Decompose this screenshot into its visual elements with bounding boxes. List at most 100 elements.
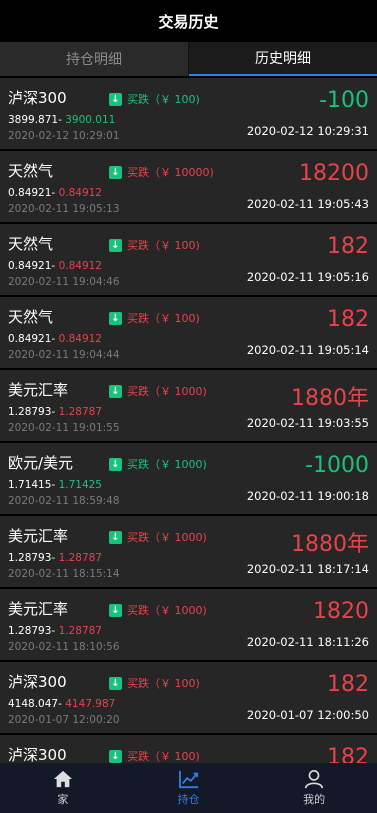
open-price: 4148.047 xyxy=(8,698,59,710)
close-time: 2020-02-11 19:03:55 xyxy=(246,416,369,430)
open-time: 2020-02-11 19:05:13 xyxy=(8,203,120,215)
close-price: 1.28787 xyxy=(58,406,102,418)
instrument-name: 天然气 xyxy=(8,308,54,326)
down-arrow-icon: ↓ xyxy=(109,530,122,544)
profit-amount: 182 xyxy=(327,234,369,259)
direction-text: 买跌（￥ 1000) xyxy=(127,385,207,398)
direction-text: 买跌（￥ 100) xyxy=(127,677,200,690)
open-time: 2020-02-11 19:04:46 xyxy=(8,276,120,288)
history-row[interactable]: 美元汇率 ↓ 买跌（￥ 1000) 1.28793- 1.28787 2020-… xyxy=(0,589,377,660)
instrument-name: 天然气 xyxy=(8,162,54,180)
open-time: 2020-02-11 18:59:48 xyxy=(8,495,120,507)
profit-amount: 1820 xyxy=(313,599,369,624)
down-arrow-icon: ↓ xyxy=(109,165,122,179)
instrument-name: 美元汇率 xyxy=(8,527,69,545)
profit-amount: 1880年 xyxy=(291,532,369,557)
history-row[interactable]: 泸深300 ↓ 买跌（￥ 100) 4148.047- 4147.987 202… xyxy=(0,662,377,733)
profit-amount: -1000 xyxy=(305,453,369,478)
history-row[interactable]: 泸深300 ↓ 买跌（￥ 100) 182 xyxy=(0,735,377,763)
close-price: 0.84912 xyxy=(58,260,102,272)
direction-text: 买跌（￥ 1000) xyxy=(127,604,207,617)
direction-badge: ↓ 买跌（￥ 100) xyxy=(109,310,200,326)
direction-badge: ↓ 买跌（￥ 1000) xyxy=(109,383,207,399)
price-range: 1.28793- 1.28787 xyxy=(8,406,102,418)
down-arrow-icon: ↓ xyxy=(109,749,122,763)
close-time: 2020-02-11 19:00:18 xyxy=(246,489,369,503)
direction-text: 买跌（￥ 10000) xyxy=(127,166,214,179)
profit-amount: 182 xyxy=(327,745,369,763)
price-range: 0.84921- 0.84912 xyxy=(8,333,102,345)
nav-positions-label: 持仓 xyxy=(177,793,200,806)
down-arrow-icon: ↓ xyxy=(109,676,122,690)
down-arrow-icon: ↓ xyxy=(109,311,122,325)
history-row[interactable]: 泸深300 ↓ 买跌（￥ 100) 3899.871- 3900.011 202… xyxy=(0,78,377,149)
down-arrow-icon: ↓ xyxy=(109,238,122,252)
down-arrow-icon: ↓ xyxy=(109,384,122,398)
price-range: 4148.047- 4147.987 xyxy=(8,698,116,710)
down-arrow-icon: ↓ xyxy=(109,603,122,617)
nav-home[interactable]: 家 xyxy=(0,763,126,813)
down-arrow-icon: ↓ xyxy=(109,457,122,471)
close-time: 2020-02-12 10:29:31 xyxy=(246,124,369,138)
instrument-name: 天然气 xyxy=(8,235,54,253)
close-price: 4147.987 xyxy=(65,698,116,710)
direction-badge: ↓ 买跌（￥ 100) xyxy=(109,675,200,691)
close-price: 1.71425 xyxy=(58,479,102,491)
direction-text: 买跌（￥ 1000) xyxy=(127,531,207,544)
price-range: 3899.871- 3900.011 xyxy=(8,114,116,126)
direction-text: 买跌（￥ 100) xyxy=(127,312,200,325)
close-price: 1.28787 xyxy=(58,552,102,564)
open-price: 1.28793 xyxy=(8,406,52,418)
page-title: 交易历史 xyxy=(158,12,219,31)
nav-home-label: 家 xyxy=(57,793,69,806)
close-time: 2020-02-11 19:05:43 xyxy=(246,197,369,211)
tab-positions[interactable]: 持仓明细 xyxy=(0,42,189,76)
bottom-nav: 家 持仓 我的 xyxy=(0,763,377,813)
profit-amount: -100 xyxy=(319,88,369,113)
history-row[interactable]: 美元汇率 ↓ 买跌（￥ 1000) 1.28793- 1.28787 2020-… xyxy=(0,370,377,441)
profit-amount: 182 xyxy=(327,307,369,332)
price-range: 1.71415- 1.71425 xyxy=(8,479,102,491)
close-time: 2020-02-11 19:05:16 xyxy=(246,270,369,284)
price-range: 1.28793- 1.28787 xyxy=(8,552,102,564)
nav-profile[interactable]: 我的 xyxy=(251,763,377,813)
open-time: 2020-02-11 18:10:56 xyxy=(8,641,120,653)
history-row[interactable]: 欧元/美元 ↓ 买跌（￥ 1000) 1.71415- 1.71425 2020… xyxy=(0,443,377,514)
close-price: 1.28787 xyxy=(58,625,102,637)
direction-badge: ↓ 买跌（￥ 100) xyxy=(109,91,200,107)
page-header: 交易历史 xyxy=(0,0,377,42)
nav-profile-label: 我的 xyxy=(303,793,326,806)
open-time: 2020-01-07 12:00:20 xyxy=(8,714,120,726)
open-time: 2020-02-12 10:29:01 xyxy=(8,130,120,142)
close-price: 0.84912 xyxy=(58,333,102,345)
instrument-name: 泸深300 xyxy=(8,673,67,691)
direction-badge: ↓ 买跌（￥ 1000) xyxy=(109,529,207,545)
profit-amount: 18200 xyxy=(299,161,369,186)
history-row[interactable]: 美元汇率 ↓ 买跌（￥ 1000) 1.28793- 1.28787 2020-… xyxy=(0,516,377,587)
history-row[interactable]: 天然气 ↓ 买跌（￥ 100) 0.84921- 0.84912 2020-02… xyxy=(0,224,377,295)
profit-amount: 1880年 xyxy=(291,386,369,411)
open-time: 2020-02-11 19:04:44 xyxy=(8,349,120,361)
history-list[interactable]: 泸深300 ↓ 买跌（￥ 100) 3899.871- 3900.011 202… xyxy=(0,76,377,763)
open-time: 2020-02-11 19:01:55 xyxy=(8,422,120,434)
price-range: 1.28793- 1.28787 xyxy=(8,625,102,637)
direction-badge: ↓ 买跌（￥ 1000) xyxy=(109,456,207,472)
open-time: 2020-02-11 18:15:14 xyxy=(8,568,120,580)
price-range: 0.84921- 0.84912 xyxy=(8,187,102,199)
direction-badge: ↓ 买跌（￥ 100) xyxy=(109,237,200,253)
direction-text: 买跌（￥ 100) xyxy=(127,750,200,763)
direction-text: 买跌（￥ 100) xyxy=(127,239,200,252)
instrument-name: 美元汇率 xyxy=(8,600,69,618)
chart-icon xyxy=(178,770,198,789)
direction-badge: ↓ 买跌（￥ 100) xyxy=(109,748,200,763)
tab-history[interactable]: 历史明细 xyxy=(189,42,377,76)
nav-positions[interactable]: 持仓 xyxy=(126,763,252,813)
close-price: 3900.011 xyxy=(65,114,116,126)
instrument-name: 泸深300 xyxy=(8,89,67,107)
instrument-name: 欧元/美元 xyxy=(8,454,74,472)
history-row[interactable]: 天然气 ↓ 买跌（￥ 100) 0.84921- 0.84912 2020-02… xyxy=(0,297,377,368)
history-row[interactable]: 天然气 ↓ 买跌（￥ 10000) 0.84921- 0.84912 2020-… xyxy=(0,151,377,222)
close-time: 2020-01-07 12:00:50 xyxy=(246,708,369,722)
direction-badge: ↓ 买跌（￥ 1000) xyxy=(109,602,207,618)
home-icon xyxy=(53,770,72,788)
